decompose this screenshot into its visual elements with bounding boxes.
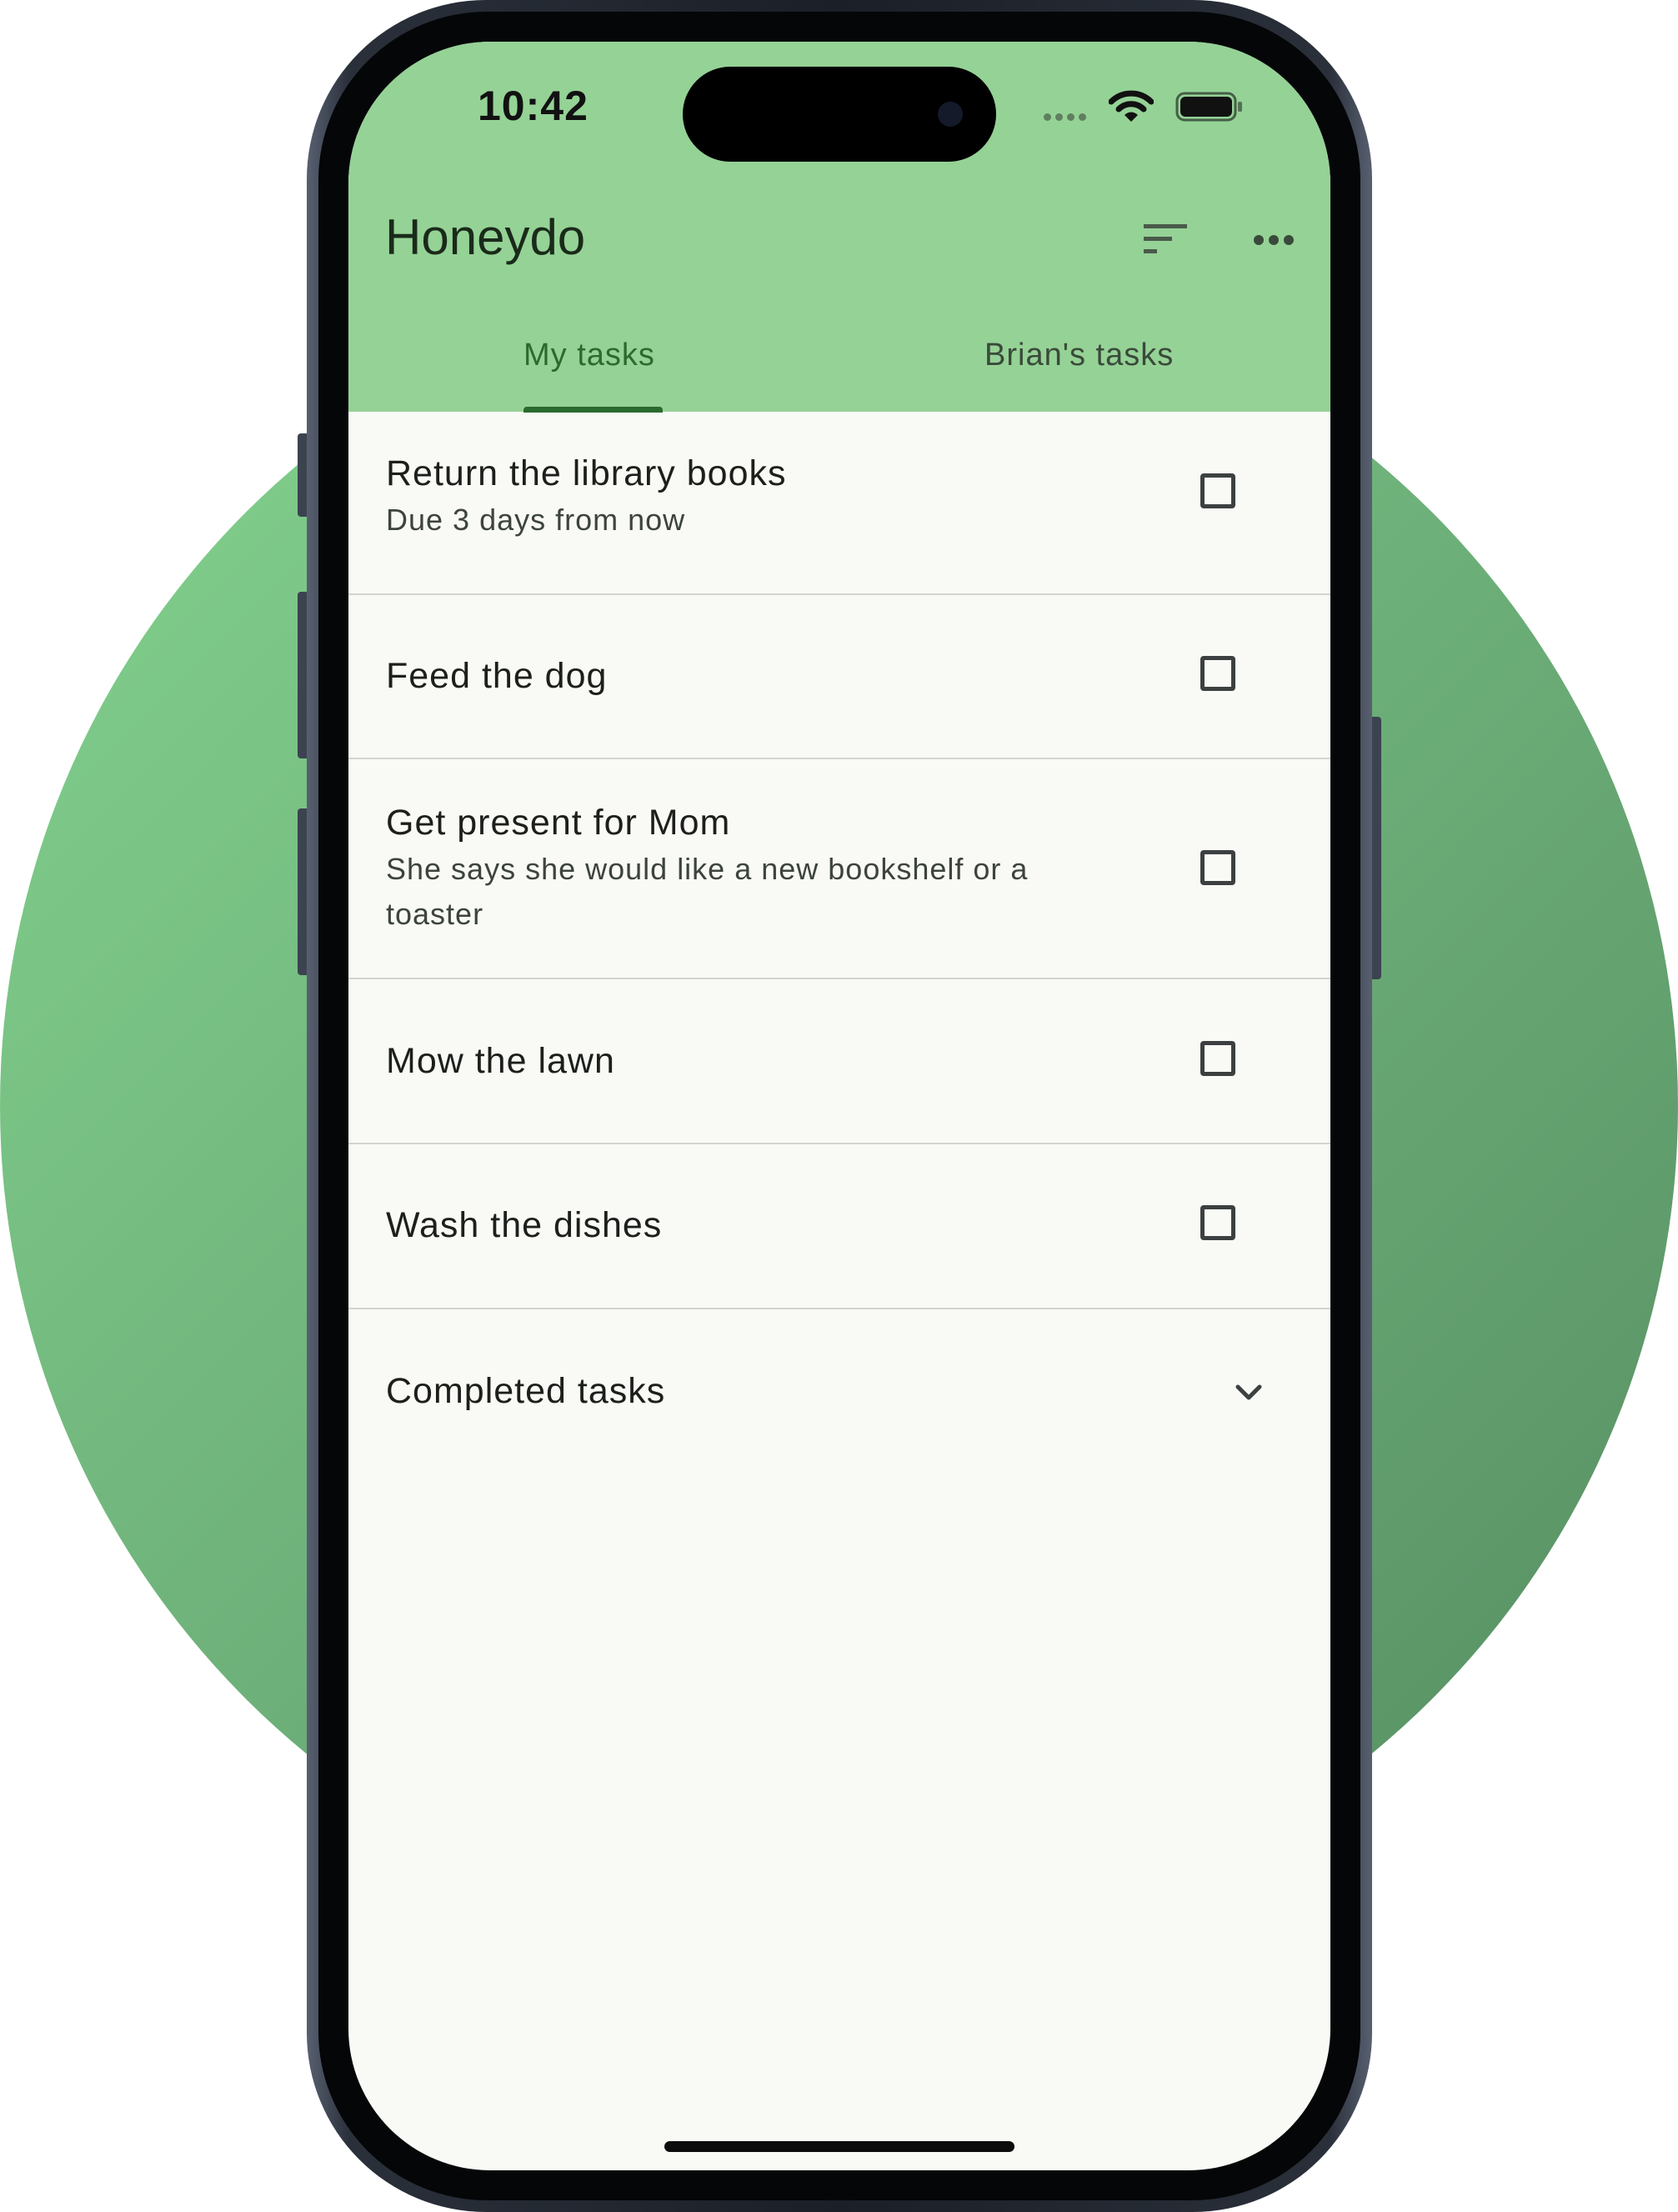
list-item[interactable]: Get present for Mom She says she would l… — [348, 759, 1330, 979]
list-item[interactable]: Wash the dishes — [348, 1144, 1330, 1309]
camera-icon — [938, 102, 963, 127]
app-title: Honeydo — [385, 209, 586, 265]
task-title: Return the library books — [386, 453, 787, 493]
cellular-signal-icon — [1044, 113, 1086, 121]
list-item[interactable]: Return the library books Due 3 days from… — [348, 412, 1330, 595]
checkbox-empty-icon[interactable] — [1200, 1041, 1235, 1076]
task-title: Get present for Mom — [386, 803, 731, 843]
task-list: Return the library books Due 3 days from… — [348, 412, 1330, 1476]
checkbox-empty-icon[interactable] — [1200, 1205, 1235, 1240]
list-item[interactable]: Feed the dog — [348, 595, 1330, 759]
checkbox-empty-icon[interactable] — [1200, 473, 1235, 508]
sort-icon[interactable] — [1140, 221, 1190, 258]
list-item[interactable]: Mow the lawn — [348, 979, 1330, 1144]
completed-tasks-label: Completed tasks — [386, 1371, 666, 1411]
dynamic-island — [683, 67, 996, 162]
task-title: Mow the lawn — [386, 1041, 615, 1081]
task-subtitle: Due 3 days from now — [386, 503, 686, 537]
task-title: Wash the dishes — [386, 1205, 663, 1245]
checkbox-empty-icon[interactable] — [1200, 850, 1235, 885]
home-indicator — [664, 2141, 1014, 2152]
task-subtitle: She says she would like a new bookshelf … — [386, 852, 1029, 931]
chevron-down-icon[interactable] — [1234, 1383, 1264, 1403]
tab-my-tasks[interactable]: My tasks — [523, 338, 655, 373]
app-bar: 10:42 Honeydo My tasks Brian's tasks — [348, 42, 1330, 413]
completed-tasks-toggle[interactable]: Completed tasks — [348, 1309, 1330, 1476]
phone-screen: 10:42 Honeydo My tasks Brian's tasks Ret… — [348, 42, 1330, 2170]
checkbox-empty-icon[interactable] — [1200, 656, 1235, 691]
more-horizontal-icon[interactable] — [1252, 232, 1295, 248]
battery-icon — [1175, 92, 1242, 122]
status-time: 10:42 — [478, 83, 589, 129]
task-title: Feed the dog — [386, 656, 608, 696]
tab-brians-tasks[interactable]: Brian's tasks — [984, 338, 1174, 373]
device-mockup: 10:42 Honeydo My tasks Brian's tasks Ret… — [0, 0, 1678, 2212]
wifi-icon — [1109, 90, 1154, 122]
